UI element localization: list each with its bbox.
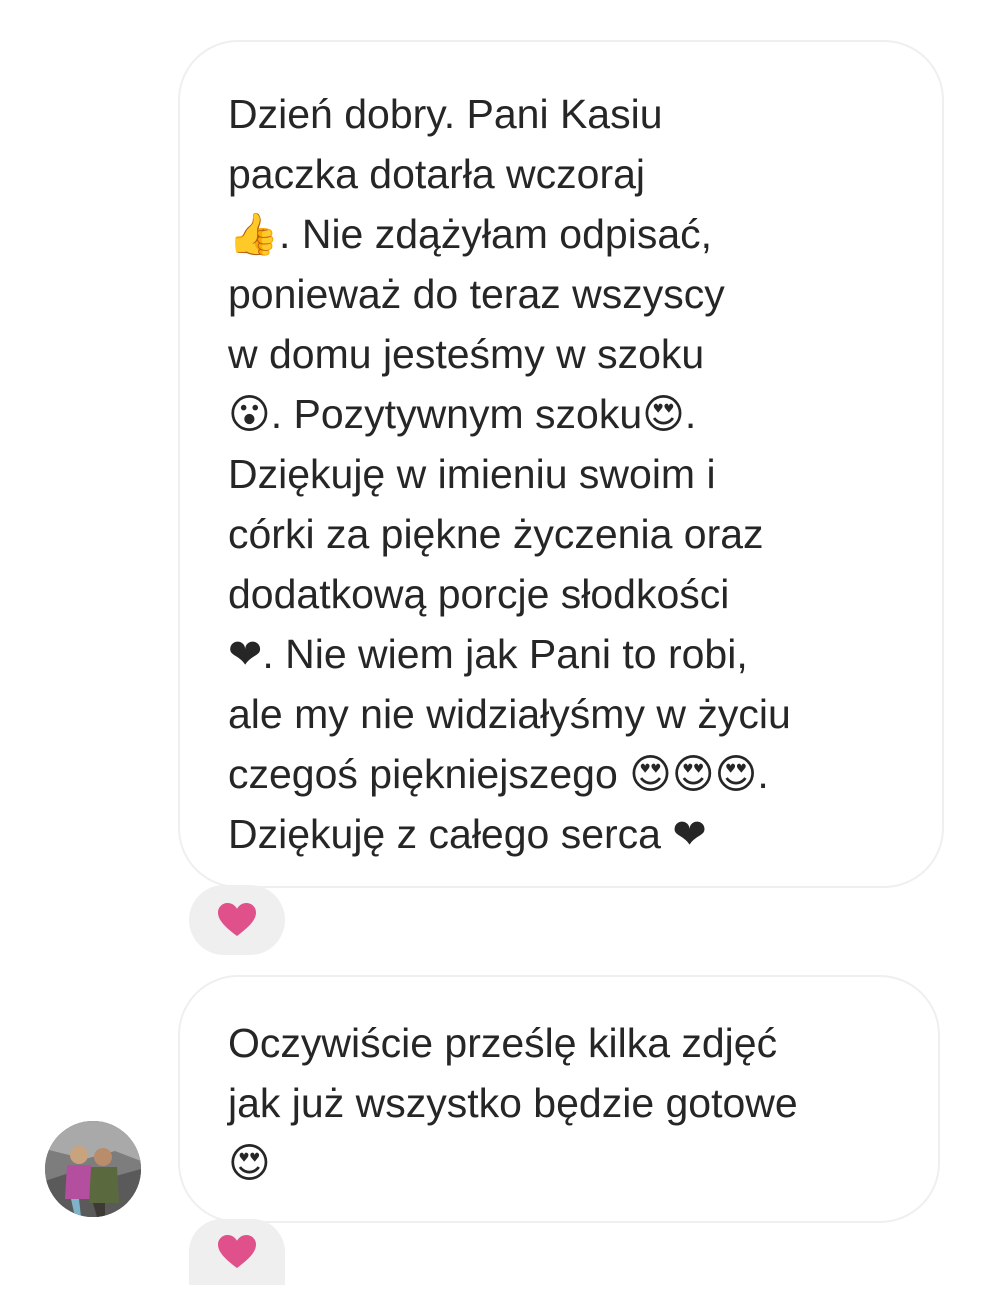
- heart-icon: [218, 1235, 256, 1268]
- message-bubble[interactable]: Oczywiście prześlę kilka zdjęć jak już w…: [178, 975, 940, 1223]
- message-bubble[interactable]: Dzień dobry. Pani Kasiu paczka dotarła w…: [178, 40, 944, 888]
- reaction-badge[interactable]: [189, 1219, 285, 1285]
- message-text: Oczywiście prześlę kilka zdjęć jak już w…: [228, 1020, 798, 1186]
- heart-icon: [218, 903, 256, 936]
- reaction-badge[interactable]: [189, 885, 285, 955]
- avatar[interactable]: [45, 1121, 141, 1217]
- message-text: Dzień dobry. Pani Kasiu paczka dotarła w…: [228, 91, 791, 857]
